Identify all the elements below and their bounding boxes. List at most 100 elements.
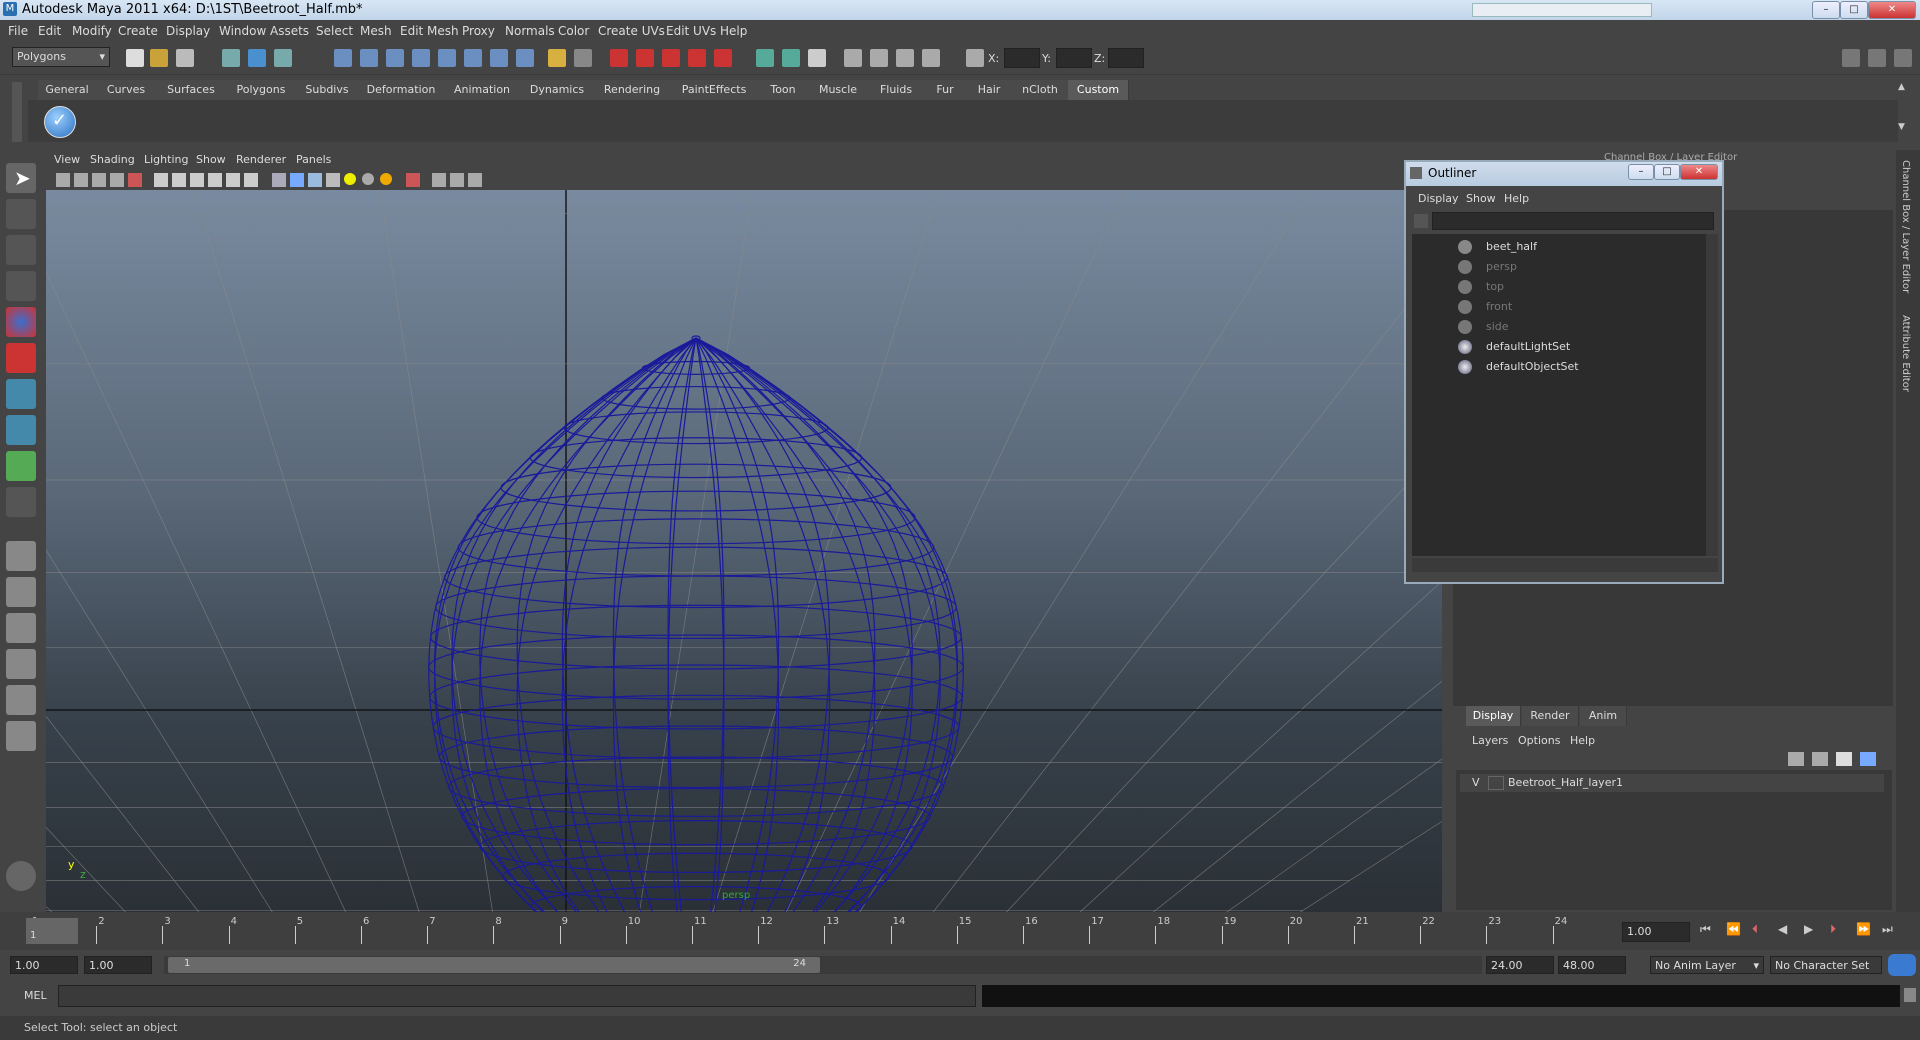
menu-select[interactable]: Select — [316, 24, 353, 38]
select-tool-icon[interactable]: ➤ — [6, 163, 36, 193]
menu-create-uvs[interactable]: Create UVs — [598, 24, 665, 38]
camera-attributes-icon[interactable] — [74, 173, 88, 187]
menu-edit[interactable]: Edit — [38, 24, 61, 38]
viewport-canvas[interactable] — [46, 150, 1442, 912]
mode-selector[interactable]: Polygons ▾ — [12, 47, 110, 67]
render-icon[interactable] — [610, 49, 628, 67]
z-field[interactable] — [1108, 48, 1144, 68]
new-layer-selected-icon[interactable] — [1860, 752, 1876, 766]
x-field[interactable] — [1004, 48, 1040, 68]
tab-fur[interactable]: Fur — [924, 80, 967, 100]
step-back-key-icon[interactable]: ⏪ — [1726, 922, 1741, 936]
snap-grid-icon[interactable] — [334, 49, 352, 67]
outliner-menu-show[interactable]: Show — [1466, 192, 1496, 205]
tab-rendering[interactable]: Rendering — [594, 80, 671, 100]
vp-menu-show[interactable]: Show — [196, 153, 226, 166]
hud-toggle-icon[interactable] — [468, 173, 482, 187]
history-icon[interactable] — [490, 49, 508, 67]
outliner-vertical-scrollbar[interactable] — [1706, 234, 1718, 556]
outliner-item[interactable]: top — [1486, 280, 1504, 293]
rotate-tool-icon[interactable] — [6, 307, 36, 337]
menu-color[interactable]: Color — [558, 24, 589, 38]
all-lights-icon[interactable] — [362, 173, 374, 185]
tab-hair[interactable]: Hair — [966, 80, 1013, 100]
end-time-field[interactable]: 48.00 — [1558, 956, 1626, 974]
mel-command-input[interactable] — [58, 985, 976, 1007]
render-view-icon[interactable] — [714, 49, 732, 67]
lasso-tool-icon[interactable] — [6, 199, 36, 229]
new-scene-icon[interactable] — [126, 49, 144, 67]
vp-menu-view[interactable]: View — [54, 153, 80, 166]
step-back-frame-icon[interactable]: ⏴ — [1752, 922, 1758, 937]
pipe-tool-icon[interactable] — [6, 861, 36, 891]
minimize-button[interactable]: – — [1812, 1, 1840, 19]
tab-curves[interactable]: Curves — [96, 80, 157, 100]
select-by-object-icon[interactable] — [248, 49, 266, 67]
xray-joints-icon[interactable] — [450, 173, 464, 187]
help-search-input[interactable] — [1472, 3, 1652, 17]
menu-create[interactable]: Create — [118, 24, 158, 38]
move-tool-icon[interactable] — [6, 271, 36, 301]
tab-muscle[interactable]: Muscle — [808, 80, 869, 100]
outliner-item[interactable]: defaultLightSet — [1486, 340, 1570, 353]
layer-move-down-icon[interactable] — [1812, 752, 1828, 766]
maximize-button[interactable]: □ — [1840, 1, 1868, 19]
clipboard-icon[interactable] — [808, 49, 826, 67]
snap-curve-icon[interactable] — [360, 49, 378, 67]
make-live-icon[interactable] — [438, 49, 456, 67]
transform-absolute-icon[interactable] — [966, 49, 984, 67]
outliner-horizontal-scrollbar[interactable] — [1412, 558, 1718, 572]
default-lighting-icon[interactable] — [344, 173, 356, 185]
ipr-render-icon[interactable] — [636, 49, 654, 67]
vp-menu-renderer[interactable]: Renderer — [236, 153, 286, 166]
menu-proxy[interactable]: Proxy — [462, 24, 495, 38]
film-gate-icon[interactable] — [922, 49, 940, 67]
tab-dynamics[interactable]: Dynamics — [520, 80, 595, 100]
auto-key-icon[interactable] — [1888, 954, 1916, 976]
hypershade-icon[interactable] — [688, 49, 706, 67]
outliner-filter-icon[interactable] — [1414, 214, 1428, 228]
snap-point-icon[interactable] — [386, 49, 404, 67]
tab-animation[interactable]: Animation — [444, 80, 521, 100]
wireframe-on-shaded-icon[interactable] — [308, 173, 322, 187]
time-slider[interactable]: 123456789101112131415161718192021222324 … — [0, 912, 1920, 950]
camera-attrs-icon[interactable] — [870, 49, 888, 67]
play-forward-icon[interactable]: ▶ — [1804, 922, 1813, 936]
last-tool-icon[interactable] — [6, 487, 36, 517]
outliner-item[interactable]: front — [1486, 300, 1512, 313]
tab-display[interactable]: Display — [1466, 706, 1521, 726]
outliner-menu-help[interactable]: Help — [1504, 192, 1529, 205]
field-chart-icon[interactable] — [226, 173, 240, 187]
menu-mesh[interactable]: Mesh — [360, 24, 392, 38]
tab-general[interactable]: General — [38, 80, 97, 100]
mel-label[interactable]: MEL — [24, 989, 47, 1002]
shelf-menu-handle[interactable] — [12, 82, 22, 142]
start-time-field[interactable]: 1.00 — [10, 956, 78, 974]
outliner-persp-layout-icon[interactable] — [6, 613, 36, 643]
input-lock-icon[interactable] — [548, 49, 566, 67]
goto-start-icon[interactable]: ⏮ — [1700, 922, 1711, 937]
outliner-item[interactable]: side — [1486, 320, 1509, 333]
graph-persp-layout-icon[interactable] — [6, 649, 36, 679]
script-editor-icon[interactable] — [1904, 988, 1916, 1002]
step-forward-key-icon[interactable]: ⏩ — [1856, 922, 1871, 936]
range-slider-handle[interactable]: 1 24 — [168, 957, 820, 973]
smooth-shading-icon[interactable] — [290, 173, 304, 187]
outliner-minimize-button[interactable]: – — [1628, 164, 1654, 180]
tab-subdivs[interactable]: Subdivs — [296, 80, 359, 100]
layer-visibility-toggle[interactable]: V — [1472, 776, 1480, 789]
outliner-maximize-button[interactable]: □ — [1654, 164, 1680, 180]
film-gate-toggle-icon[interactable] — [172, 173, 186, 187]
tab-toon[interactable]: Toon — [758, 80, 809, 100]
construction-history-icon[interactable] — [574, 49, 592, 67]
playback-end-field[interactable]: 24.00 — [1486, 956, 1554, 974]
current-frame-field[interactable]: 1.00 — [1622, 922, 1690, 942]
layer-move-up-icon[interactable] — [1788, 752, 1804, 766]
help-question-icon[interactable] — [516, 49, 534, 67]
outliner-close-button[interactable]: ✕ — [1680, 164, 1718, 180]
select-by-hierarchy-icon[interactable] — [222, 49, 240, 67]
outliner-search-input[interactable] — [1432, 212, 1714, 230]
side-tab-channel-box[interactable]: Channel Box / Layer Editor — [1900, 160, 1911, 293]
bookmarks-icon[interactable] — [92, 173, 106, 187]
image-plane-icon[interactable] — [110, 173, 124, 187]
